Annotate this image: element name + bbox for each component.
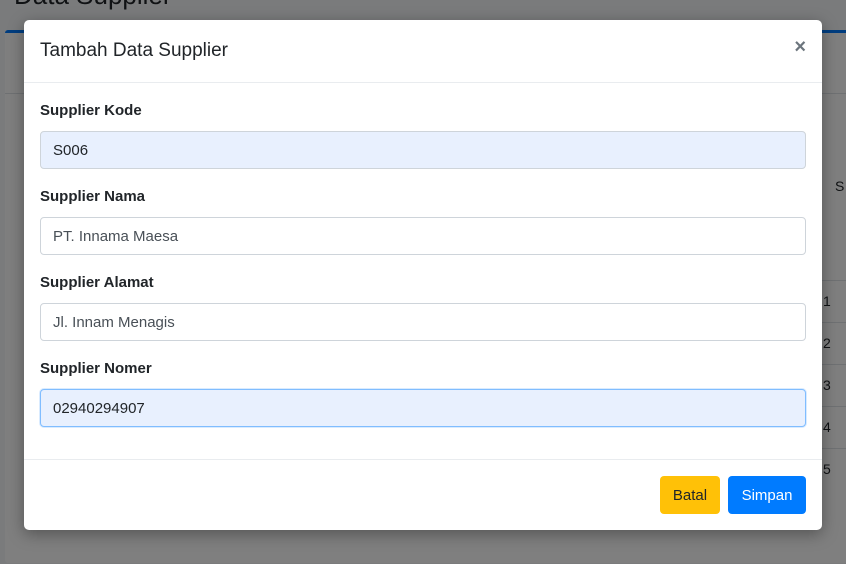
modal-title: Tambah Data Supplier	[40, 40, 228, 61]
supplier-nama-input[interactable]	[40, 217, 806, 255]
supplier-alamat-input[interactable]	[40, 303, 806, 341]
supplier-alamat-label: Supplier Alamat	[40, 274, 154, 291]
modal-footer: Batal Simpan	[24, 459, 822, 530]
supplier-nama-label: Supplier Nama	[40, 188, 146, 205]
supplier-kode-input[interactable]	[40, 131, 806, 169]
add-supplier-modal: Tambah Data Supplier × Supplier Kode Sup…	[24, 20, 822, 530]
supplier-kode-label: Supplier Kode	[40, 102, 142, 119]
close-icon[interactable]: ×	[794, 37, 806, 57]
save-button[interactable]: Simpan	[728, 476, 806, 514]
cancel-button[interactable]: Batal	[660, 476, 720, 514]
modal-header: Tambah Data Supplier ×	[24, 20, 822, 83]
supplier-nomer-label: Supplier Nomer	[40, 360, 152, 377]
supplier-nomer-input[interactable]	[40, 389, 806, 427]
